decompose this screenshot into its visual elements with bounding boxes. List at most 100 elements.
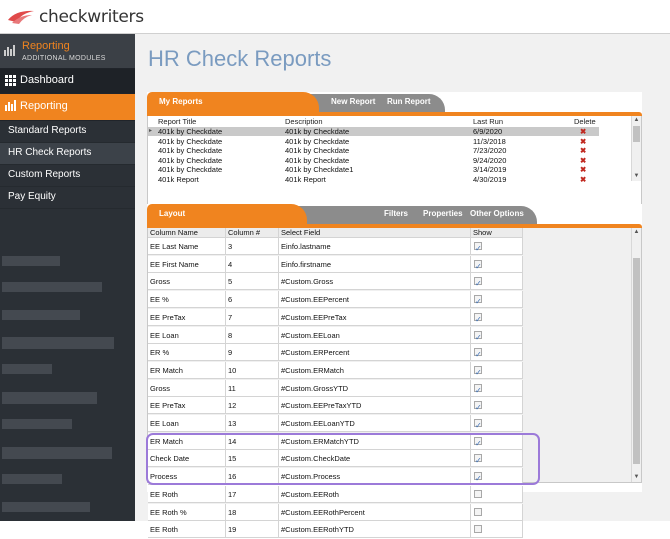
show-checkbox[interactable] [474, 489, 482, 498]
sidebar-item-dashboard[interactable]: Dashboard [0, 69, 135, 94]
select-field-cell[interactable]: #Custom.EERoth [279, 485, 471, 503]
select-field-cell[interactable]: #Custom.EEPreTax [279, 308, 471, 326]
sidebar-subitem-standard-reports[interactable]: Standard Reports [0, 121, 135, 143]
column-name-cell[interactable]: Gross [148, 379, 226, 397]
scroll-up-icon[interactable]: ▲ [632, 228, 641, 237]
report-row[interactable]: ▸ 401k by Checkdate 401k by Checkdate 6/… [148, 127, 599, 136]
layout-scrollbar[interactable]: ▲ ▼ [631, 228, 641, 482]
show-checkbox[interactable] [474, 240, 482, 257]
column-name-cell[interactable]: EE % [148, 291, 226, 309]
layout-row[interactable]: EE Roth 19 #Custom.EERothYTD [148, 521, 523, 539]
delete-icon[interactable]: ✖ [580, 175, 586, 184]
report-row[interactable]: 401k by Checkdate 401k by Checkdate1 3/1… [148, 165, 599, 174]
layout-row[interactable]: EE % 6 #Custom.EEPercent [148, 291, 523, 310]
layout-row[interactable]: EE Loan 13 #Custom.EELoanYTD [148, 415, 523, 434]
layout-row[interactable]: EE Roth 17 #Custom.EERoth [148, 485, 523, 504]
tab-my-reports[interactable]: My Reports [159, 97, 203, 106]
layout-row[interactable]: ER % 9 #Custom.ERPercent [148, 344, 523, 363]
show-checkbox[interactable] [474, 311, 482, 328]
select-field-cell[interactable]: #Custom.EERothPercent [279, 503, 471, 521]
layout-row[interactable]: Gross 11 #Custom.GrossYTD [148, 379, 523, 399]
new-report-button[interactable]: New Report [331, 97, 375, 106]
layout-row[interactable]: EE Last Name 3 Einfo.lastname [148, 238, 523, 257]
select-field-cell[interactable]: #Custom.ERMatch [279, 361, 471, 379]
report-row[interactable]: 401k Report 401k Report 4/30/2019 ✖ [148, 175, 599, 184]
logo[interactable]: checkwriters [6, 5, 144, 29]
layout-row[interactable]: EE PreTax 12 #Custom.EEPreTaxYTD [148, 397, 523, 416]
show-checkbox[interactable] [474, 275, 482, 292]
report-row[interactable]: 401k by Checkdate 401k by Checkdate 11/3… [148, 137, 599, 146]
select-field-cell[interactable]: #Custom.EEPercent [279, 291, 471, 309]
column-name-cell[interactable]: EE Loan [148, 415, 226, 432]
sidebar-subitem-custom-reports[interactable]: Custom Reports [0, 165, 135, 187]
module-switcher[interactable]: Reporting ADDITIONAL MODULES [0, 34, 135, 69]
report-row[interactable]: 401k by Checkdate 401k by Checkdate 7/23… [148, 146, 599, 155]
column-name-cell[interactable]: EE Roth % [148, 503, 226, 521]
column-name-cell[interactable]: EE PreTax [148, 308, 226, 326]
show-checkbox[interactable] [474, 346, 482, 363]
select-field-cell[interactable]: #Custom.ERPercent [279, 344, 471, 362]
column-name-cell[interactable]: ER Match [148, 361, 226, 379]
tab-layout[interactable]: Layout [159, 209, 185, 218]
show-checkbox[interactable] [474, 329, 482, 346]
column-name-cell[interactable]: EE Roth [148, 485, 226, 503]
scroll-down-icon[interactable]: ▼ [632, 172, 641, 181]
column-name-cell[interactable]: ER % [148, 344, 226, 362]
column-name-cell[interactable]: EE Roth [148, 521, 226, 539]
column-number-cell[interactable]: 17 [226, 485, 279, 503]
layout-row[interactable]: EE Roth % 18 #Custom.EERothPercent [148, 503, 523, 522]
show-checkbox[interactable] [474, 293, 482, 310]
column-name-cell[interactable]: EE First Name [148, 255, 226, 273]
scroll-down-icon[interactable]: ▼ [632, 473, 641, 482]
column-number-cell[interactable]: 5 [226, 273, 279, 291]
column-number-cell[interactable]: 6 [226, 291, 279, 309]
select-field-cell[interactable]: #Custom.EERothYTD [279, 521, 471, 539]
run-report-button[interactable]: Run Report [387, 97, 431, 106]
select-field-cell[interactable]: #Custom.EELoanYTD [279, 415, 471, 432]
select-field-cell[interactable]: Einfo.firstname [279, 255, 471, 273]
column-number-cell[interactable]: 8 [226, 326, 279, 344]
layout-row[interactable]: ER Match 10 #Custom.ERMatch [148, 361, 523, 381]
column-number-cell[interactable]: 11 [226, 379, 279, 397]
sidebar-item-reporting[interactable]: Reporting [0, 94, 135, 121]
show-checkbox[interactable] [474, 417, 482, 434]
reports-scrollbar[interactable]: ▲ ▼ [631, 116, 641, 181]
scroll-up-icon[interactable]: ▲ [632, 116, 641, 125]
show-checkbox[interactable] [474, 525, 482, 534]
column-number-cell[interactable]: 7 [226, 308, 279, 326]
tab-other-options[interactable]: Other Options [470, 209, 524, 218]
column-number-cell[interactable]: 18 [226, 503, 279, 521]
column-name-cell[interactable]: EE PreTax [148, 397, 226, 415]
tab-properties[interactable]: Properties [423, 209, 463, 218]
select-field-cell[interactable]: #Custom.EELoan [279, 326, 471, 344]
delete-icon[interactable]: ✖ [580, 127, 586, 136]
show-checkbox[interactable] [474, 364, 482, 381]
column-number-cell[interactable]: 9 [226, 344, 279, 362]
show-checkbox[interactable] [474, 382, 482, 399]
select-field-cell[interactable]: #Custom.EEPreTaxYTD [279, 397, 471, 415]
delete-icon[interactable]: ✖ [580, 165, 586, 174]
delete-icon[interactable]: ✖ [580, 137, 586, 146]
column-name-cell[interactable]: Gross [148, 273, 226, 291]
delete-icon[interactable]: ✖ [580, 146, 586, 155]
show-checkbox[interactable] [474, 258, 482, 275]
report-row[interactable]: 401k by Checkdate 401k by Checkdate 9/24… [148, 156, 599, 165]
layout-row[interactable]: Gross 5 #Custom.Gross [148, 273, 523, 292]
tab-filters[interactable]: Filters [384, 209, 408, 218]
sidebar-subitem-pay-equity[interactable]: Pay Equity [0, 187, 135, 209]
column-name-cell[interactable]: EE Last Name [148, 238, 226, 255]
layout-row[interactable]: EE PreTax 7 #Custom.EEPreTax [148, 308, 523, 328]
column-number-cell[interactable]: 19 [226, 521, 279, 539]
show-checkbox[interactable] [474, 399, 482, 416]
delete-icon[interactable]: ✖ [580, 156, 586, 165]
show-checkbox[interactable] [474, 507, 482, 516]
layout-row[interactable]: EE First Name 4 Einfo.firstname [148, 255, 523, 275]
sidebar-subitem-hr-check-reports[interactable]: HR Check Reports [0, 143, 135, 165]
column-number-cell[interactable]: 4 [226, 255, 279, 273]
column-name-cell[interactable]: EE Loan [148, 326, 226, 344]
select-field-cell[interactable]: #Custom.GrossYTD [279, 379, 471, 397]
column-number-cell[interactable]: 12 [226, 397, 279, 415]
column-number-cell[interactable]: 10 [226, 361, 279, 379]
layout-row[interactable]: EE Loan 8 #Custom.EELoan [148, 326, 523, 346]
column-number-cell[interactable]: 3 [226, 238, 279, 255]
